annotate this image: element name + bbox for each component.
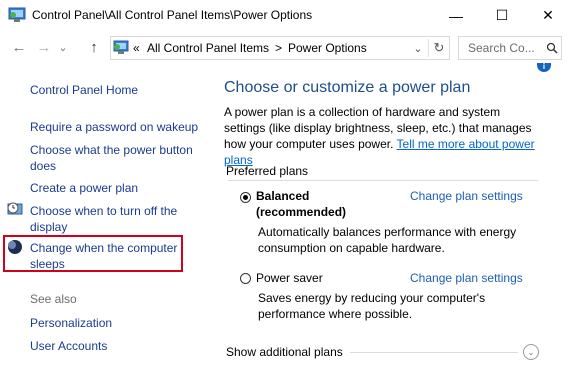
power-saver-plan-name[interactable]: Power saver: [256, 271, 323, 285]
address-prefix[interactable]: «: [133, 41, 140, 55]
preferred-plans-label: Preferred plans: [226, 164, 309, 178]
balanced-description: Automatically balances performance with …: [258, 225, 517, 255]
balanced-change-settings-link[interactable]: Change plan settings: [410, 189, 523, 203]
balanced-plan-name[interactable]: Balanced: [256, 189, 309, 203]
control-panel-icon: [113, 40, 129, 54]
personalization-link[interactable]: Personalization: [30, 315, 112, 331]
sidebar-item-power-button[interactable]: Choose what the power button does: [30, 142, 193, 174]
see-also-label: See also: [30, 292, 77, 306]
control-panel-home-link[interactable]: Control Panel Home: [30, 82, 138, 98]
search-input[interactable]: Search Co...: [468, 41, 535, 55]
maximize-button[interactable]: ☐: [479, 0, 525, 31]
display-clock-icon: [7, 202, 23, 215]
user-accounts-link[interactable]: User Accounts: [30, 338, 107, 354]
search-icon[interactable]: [546, 42, 558, 54]
balanced-radio[interactable]: [240, 192, 251, 203]
recent-locations-button[interactable]: ⌄: [56, 36, 70, 58]
close-button[interactable]: ✕: [525, 0, 571, 31]
forward-button[interactable]: →: [33, 36, 55, 58]
breadcrumb-separator: >: [275, 41, 283, 55]
back-button[interactable]: ←: [8, 36, 30, 58]
power-saver-radio[interactable]: [240, 273, 251, 284]
power-saver-change-settings-link[interactable]: Change plan settings: [410, 271, 523, 285]
highlight-box: [3, 235, 183, 272]
control-panel-icon: [8, 7, 26, 22]
preferred-divider: [228, 180, 538, 181]
intro-text: A power plan is a collection of hardware…: [224, 104, 544, 168]
up-button[interactable]: ↑: [83, 36, 105, 58]
address-dropdown-icon[interactable]: ⌄: [409, 39, 427, 57]
breadcrumb-power-options[interactable]: Power Options: [288, 41, 367, 55]
additional-plans-divider: [350, 352, 518, 353]
show-additional-plans-label[interactable]: Show additional plans: [226, 345, 343, 359]
sidebar-item-turn-off-display[interactable]: Choose when to turn off the display: [30, 203, 177, 235]
sidebar-item-create-plan[interactable]: Create a power plan: [30, 180, 138, 196]
balanced-plan-sub: (recommended): [256, 205, 347, 219]
sidebar-item-password-wakeup[interactable]: Require a password on wakeup: [30, 119, 198, 135]
power-saver-description: Saves energy by reducing your computer's…: [258, 291, 486, 321]
breadcrumb-all-items[interactable]: All Control Panel Items: [147, 41, 269, 55]
expand-chevron-icon[interactable]: ⌄: [523, 344, 539, 360]
minimize-button[interactable]: —: [433, 0, 479, 31]
window-title: Control Panel\All Control Panel Items\Po…: [32, 8, 313, 22]
refresh-icon[interactable]: ↻: [428, 39, 449, 57]
page-title: Choose or customize a power plan: [224, 79, 471, 96]
